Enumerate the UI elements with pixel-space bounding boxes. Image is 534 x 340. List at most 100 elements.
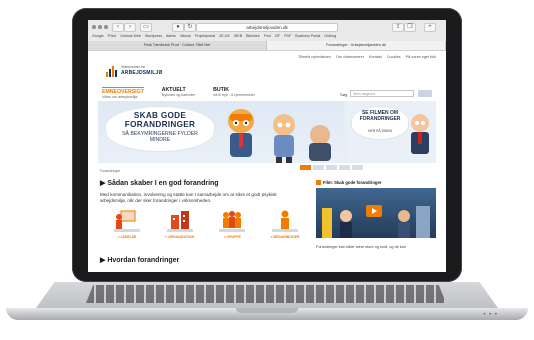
indicator-dots: • • • (483, 312, 498, 318)
add-tab-icon[interactable]: + (424, 23, 436, 32)
level-label: » GRUPPE (223, 235, 241, 239)
logo-line2: ARBEJDSMILJØ (121, 70, 163, 76)
banner-promo[interactable]: SE FILMEN OM FORANDRINGER HER PÅ SIDEN (346, 101, 436, 163)
level-ledelse[interactable]: » LEDELSE (106, 209, 148, 249)
banner-headline: SKAB GODE FORANDRINGER (124, 111, 196, 129)
cartoon-character-icon (228, 109, 254, 157)
link-about[interactable]: Om videncentret (336, 55, 364, 59)
browser-window: ‹ › ▭ ● ↻ arbejdsmiljoviden.dk ⇪ ❐ + Goo… (88, 20, 446, 272)
search-label: Søg (340, 92, 348, 97)
window-controls[interactable] (92, 25, 108, 29)
slide-dot[interactable] (339, 165, 350, 170)
bookmark[interactable]: Bibliotek (246, 34, 260, 38)
browser-chrome: ‹ › ▭ ● ↻ arbejdsmiljoviden.dk ⇪ ❐ + Goo… (88, 20, 446, 51)
level-gruppe[interactable]: » GRUPPE (211, 209, 253, 249)
reload-icon[interactable]: ↻ (184, 23, 196, 32)
nav-sub: Nyheder og kalender (161, 93, 196, 97)
browser-tab-active[interactable]: Forandringer · Arbejdsmiljøviden.dk (267, 41, 446, 50)
nav-aktuelt[interactable]: AKTUELT Nyheder og kalender (162, 87, 195, 99)
level-organisation[interactable]: » ORGANISATION (159, 209, 201, 249)
level-label: » ORGANISATION (165, 235, 195, 239)
hero-banner[interactable]: SKAB GODE FORANDRINGER SÅ BEKYMRINGERNE … (98, 101, 436, 163)
nav-butik[interactable]: BUTIK Alt til tryk - & hjemmesider (213, 87, 255, 99)
browser-tab[interactable]: Frisk Tænkersk Prod · Culture Tillet Net (88, 41, 267, 50)
tabs-icon[interactable]: ❐ (404, 23, 416, 32)
bookmark[interactable]: Mbook (180, 34, 191, 38)
video-title: Film: Skab gode forandringer (316, 180, 436, 185)
level-icons: » LEDELSE » ORGANISATION » GRUPPE » MEDA… (106, 209, 306, 249)
tab-bar: Frisk Tænkersk Prod · Culture Tillet Net… (88, 41, 446, 50)
link-own-people[interactable]: På vores eget folk (406, 55, 436, 59)
video-panel: Film: Skab gode forandringer (316, 180, 436, 240)
level-medarbejder[interactable]: » MEDARBEJDER (264, 209, 306, 249)
bookmark[interactable]: Admin (166, 34, 176, 38)
banner-subline: SÅ BEKYMRINGERNE FYLDER MINDRE (122, 131, 198, 143)
video-title-text: Film: Skab gode forandringer (323, 180, 382, 185)
section-heading-2: ▶ Hvordan forandringer (100, 257, 180, 264)
presenter-icon (114, 210, 140, 232)
bookmark[interactable]: Ordbog (324, 34, 336, 38)
breadcrumb[interactable]: Forandringer (100, 169, 121, 173)
bookmark[interactable]: WEB (234, 34, 242, 38)
section-heading: ▶ Sådan skaber I en god forandring (100, 180, 219, 187)
bookmark[interactable]: Wordpress (145, 34, 162, 38)
search-button[interactable] (418, 90, 432, 97)
keyboard (86, 285, 446, 303)
film-icon (316, 180, 321, 185)
play-button[interactable] (366, 205, 382, 217)
building-icon (166, 211, 193, 232)
logo-bars-icon (106, 65, 118, 77)
section-heading-text: Sådan skaber I en god forandring (107, 180, 219, 187)
bookmark[interactable]: PDF (284, 34, 291, 38)
laptop-frame: ‹ › ▭ ● ↻ arbejdsmiljoviden.dk ⇪ ❐ + Goo… (0, 0, 534, 340)
cartoon-character-icon (411, 114, 429, 154)
banner-main[interactable]: SKAB GODE FORANDRINGER SÅ BEKYMRINGERNE … (98, 101, 344, 163)
link-cookies[interactable]: Cookies (387, 55, 401, 59)
slide-dot[interactable] (300, 165, 311, 170)
nav-sub: Alt til tryk - & hjemmesider (213, 93, 255, 97)
level-label: » LEDELSE (117, 235, 137, 239)
site-logo[interactable]: Videncenter for ARBEJDSMILJØ (106, 61, 166, 81)
bookmarks-bar: Google P.Net Outlook Web Wordpress Admin… (92, 34, 442, 38)
video-caption: Forandringer kan både være store og små,… (316, 245, 406, 249)
address-bar[interactable]: arbejdsmiljoviden.dk (196, 23, 338, 32)
slide-dot[interactable] (352, 165, 363, 170)
back-icon[interactable]: ‹ (112, 23, 124, 32)
section-heading-2-text: Hvordan forandringer (107, 257, 180, 264)
intro-text: Med kommunikation, involvering og støtte… (100, 192, 277, 203)
nav-emneoversigt[interactable]: EMNEOVERSIGT Viden om arbejdsmiljø (102, 87, 144, 99)
link-newsletter[interactable]: Tilmeld nyhedsbrev (298, 55, 331, 59)
web-page: Tilmeld nyhedsbrev Om videncentret Konta… (88, 51, 446, 272)
bookmark[interactable]: Find (264, 34, 271, 38)
share-icon[interactable]: ⇪ (392, 23, 404, 32)
shield-icon[interactable]: ● (172, 23, 184, 32)
lid-notch (236, 308, 298, 313)
slide-dot[interactable] (326, 165, 337, 170)
sidebar-icon[interactable]: ▭ (140, 23, 152, 32)
link-contact[interactable]: Kontakt (369, 55, 382, 59)
promo-headline: SE FILMEN OM FORANDRINGER (359, 110, 401, 122)
level-label: » MEDARBEJDER (270, 235, 300, 239)
slide-dot[interactable] (313, 165, 324, 170)
cartoon-character-icon (309, 125, 331, 161)
logo-line1: Videncenter for (121, 65, 146, 69)
person-icon (271, 210, 298, 232)
search-input[interactable]: Skriv søgeord (350, 90, 414, 97)
main-nav: EMNEOVERSIGT Viden om arbejdsmiljø AKTUE… (102, 87, 255, 99)
bookmark[interactable]: Google (92, 34, 104, 38)
video-player[interactable] (316, 188, 436, 238)
laptop-base: • • • (6, 282, 528, 322)
promo-subline: HER PÅ SIDEN (368, 129, 392, 133)
bookmark[interactable]: ZE-DK (219, 34, 230, 38)
cartoon-character-icon (273, 114, 295, 163)
bookmark[interactable]: Outlook Web (120, 34, 141, 38)
group-icon (219, 211, 246, 232)
bookmark[interactable]: P.Net (108, 34, 117, 38)
nav-sub: Viden om arbejdsmiljø (102, 95, 138, 99)
bookmark[interactable]: Projektportal (195, 34, 215, 38)
carousel-indicator[interactable] (300, 165, 363, 170)
bookmark[interactable]: Business Portal (295, 34, 320, 38)
bookmark[interactable]: ZIF (275, 34, 280, 38)
forward-icon[interactable]: › (124, 23, 136, 32)
utility-links: Tilmeld nyhedsbrev Om videncentret Konta… (294, 55, 436, 59)
